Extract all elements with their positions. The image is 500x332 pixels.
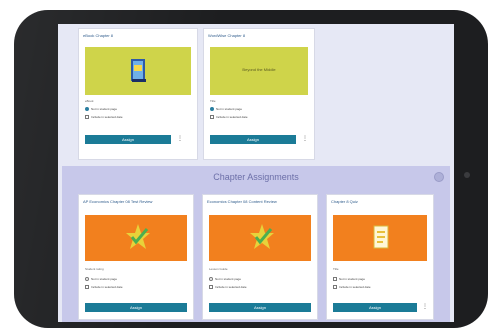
assign-button[interactable]: Assign [210,135,296,144]
resource-card: WordWise Chapter 8 Beyond the Middle Tit… [203,28,315,160]
option-include-date[interactable]: Include in selected date [209,285,247,289]
card-meta: Title [210,99,216,103]
checkbox-icon [333,285,337,289]
resource-card: eBook Chapter 8 eBook Not in student pag… [78,28,198,160]
checkbox-icon [85,115,89,119]
option-label: Not in student page [216,107,243,111]
option-include-date[interactable]: Include in selected date [85,285,123,289]
card-thumbnail [333,215,427,261]
radio-icon [85,277,89,281]
card-thumbnail: Beyond the Middle [210,47,308,95]
option-label: Include in selected date [216,115,248,119]
assignment-card: Economics Chapter 08 Content Review Less… [202,194,318,320]
option-label: Include in selected date [339,285,371,289]
checkbox-icon [85,285,89,289]
assign-button[interactable]: Assign [333,303,417,312]
star-check-icon [250,224,274,249]
option-include-date[interactable]: Include in selected date [333,285,371,289]
card-title[interactable]: Economics Chapter 08 Content Review [207,199,313,204]
option-label: Not in student page [215,277,242,281]
option-not-in-student-page[interactable]: Not in student page [85,107,117,111]
option-label: Not in student page [339,277,366,281]
card-meta: Lesson Guide [209,267,228,271]
option-not-in-student-page[interactable]: Not in student page [210,107,242,111]
resource-row: eBook Chapter 8 eBook Not in student pag… [58,24,454,164]
more-options-icon[interactable]: ⋮ [302,136,308,142]
option-include-date[interactable]: Include in selected date [85,115,123,119]
option-include-date[interactable]: Include in selected date [210,115,248,119]
section-settings-icon[interactable] [434,172,444,182]
document-icon [373,225,389,249]
more-options-icon[interactable]: ⋮ [177,136,183,142]
assignment-card: AP Economics Chapter 08 Test Review Stud… [78,194,194,320]
checkbox-icon [210,115,214,119]
assign-button[interactable]: Assign [85,135,171,144]
checkbox-icon [209,285,213,289]
option-label: Not in student page [91,277,118,281]
star-check-icon [126,224,150,249]
checkbox-icon [333,277,337,281]
card-thumbnail [85,215,187,261]
section-title: Chapter Assignments [213,172,299,182]
radio-icon [209,277,213,281]
card-thumbnail [209,215,311,261]
card-meta: eBook [85,99,94,103]
option-label: Include in selected date [91,285,123,289]
assign-button[interactable]: Assign [209,303,311,312]
card-title[interactable]: AP Economics Chapter 08 Test Review [83,199,189,204]
card-title[interactable]: Chapter 8 Quiz [331,199,429,204]
card-thumbnail [85,47,191,95]
card-title[interactable]: eBook Chapter 8 [83,33,193,38]
option-label: Include in selected date [91,115,123,119]
radio-icon [85,107,89,111]
assign-button[interactable]: Assign [85,303,187,312]
assignment-card: Chapter 8 Quiz Title Not in student page… [326,194,434,320]
book-icon [131,59,146,82]
more-options-icon[interactable]: ⋮ [422,304,428,310]
option-not-in-student-page[interactable]: Not in student page [209,277,241,281]
thumbnail-text: Beyond the Middle [242,67,276,72]
radio-icon [210,107,214,111]
card-title[interactable]: WordWise Chapter 8 [208,33,310,38]
screen: eBook Chapter 8 eBook Not in student pag… [58,24,454,322]
option-label: Include in selected date [215,285,247,289]
option-not-in-student-page[interactable]: Not in student page [333,277,365,281]
card-meta: Title [333,267,339,271]
option-label: Not in student page [91,107,118,111]
card-meta: Student rating [85,267,104,271]
option-not-in-student-page[interactable]: Not in student page [85,277,117,281]
camera-dot [464,172,470,178]
chapter-assignments-section: Chapter Assignments AP Economics Chapter… [62,166,450,322]
